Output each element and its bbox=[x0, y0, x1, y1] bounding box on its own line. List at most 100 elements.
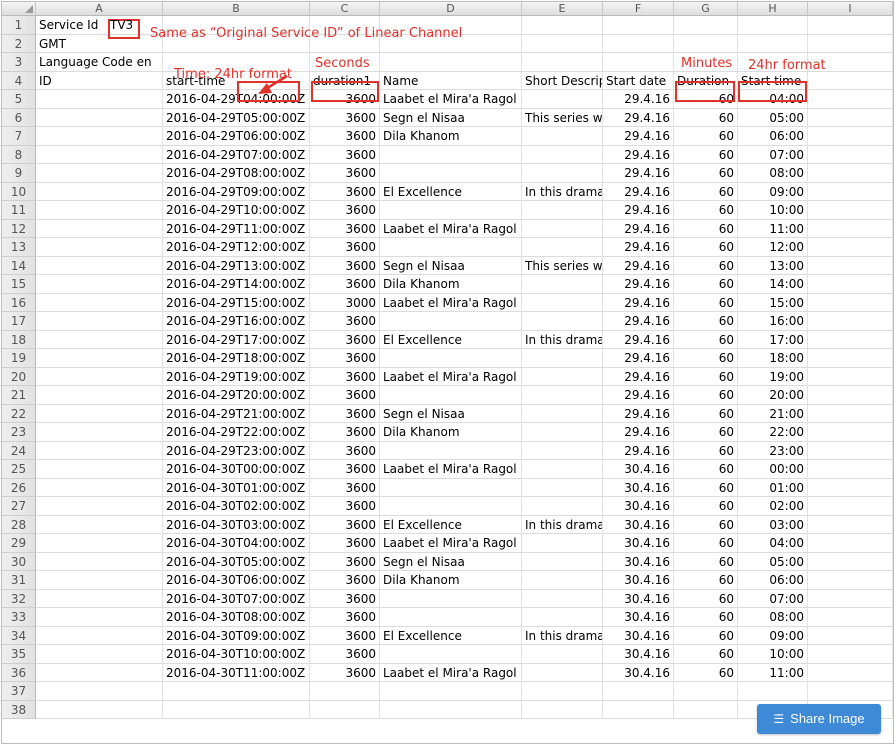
cell-e9[interactable] bbox=[522, 164, 603, 182]
cell-c25[interactable]: 3600 bbox=[310, 460, 380, 478]
cell-e21[interactable] bbox=[522, 386, 603, 404]
cell-i24[interactable] bbox=[808, 441, 893, 460]
cell-h11[interactable]: 10:00 bbox=[738, 201, 808, 219]
cell-c13[interactable]: 3600 bbox=[310, 238, 380, 256]
cell-c15[interactable]: 3600 bbox=[310, 275, 380, 293]
cell-i34[interactable] bbox=[808, 626, 893, 645]
cell-b12[interactable]: 2016-04-29T11:00:00Z bbox=[163, 219, 310, 238]
cell-c12[interactable]: 3600 bbox=[310, 219, 380, 238]
cell-b6[interactable]: 2016-04-29T05:00:00Z bbox=[163, 108, 310, 127]
cell-c26[interactable]: 3600 bbox=[310, 478, 380, 497]
row-header[interactable]: 37 bbox=[2, 682, 36, 701]
cell-i1[interactable] bbox=[808, 16, 893, 34]
cell-h13[interactable]: 12:00 bbox=[738, 238, 808, 256]
cell-a8[interactable] bbox=[36, 145, 163, 164]
cell-b29[interactable]: 2016-04-30T04:00:00Z bbox=[163, 534, 310, 552]
cell-g27[interactable]: 60 bbox=[674, 497, 738, 515]
cell-i15[interactable] bbox=[808, 275, 893, 293]
row-header[interactable]: 34 bbox=[2, 626, 36, 645]
cell-f13[interactable]: 29.4.16 bbox=[603, 238, 674, 256]
cell-g28[interactable]: 60 bbox=[674, 515, 738, 534]
cell-c29[interactable]: 3600 bbox=[310, 534, 380, 552]
cell-a22[interactable] bbox=[36, 404, 163, 423]
cell-g12[interactable]: 60 bbox=[674, 219, 738, 238]
row-header[interactable]: 36 bbox=[2, 663, 36, 682]
cell-h36[interactable]: 11:00 bbox=[738, 663, 808, 682]
cell-a15[interactable] bbox=[36, 275, 163, 293]
cell-e30[interactable] bbox=[522, 552, 603, 571]
cell-d36[interactable]: Laabet el Mira'a Ragol bbox=[380, 663, 522, 682]
row-header[interactable]: 5 bbox=[2, 90, 36, 109]
cell-f33[interactable]: 30.4.16 bbox=[603, 608, 674, 626]
cell-g33[interactable]: 60 bbox=[674, 608, 738, 626]
cell-c17[interactable]: 3600 bbox=[310, 312, 380, 330]
cell-i35[interactable] bbox=[808, 645, 893, 663]
cell-i13[interactable] bbox=[808, 238, 893, 256]
cell-f21[interactable]: 29.4.16 bbox=[603, 386, 674, 404]
cell-h21[interactable]: 20:00 bbox=[738, 386, 808, 404]
cell-f14[interactable]: 29.4.16 bbox=[603, 256, 674, 275]
cell-a20[interactable] bbox=[36, 367, 163, 386]
cell-i5[interactable] bbox=[808, 90, 893, 108]
select-all-corner[interactable] bbox=[2, 2, 36, 16]
cell-a13[interactable] bbox=[36, 238, 163, 256]
cell-c36[interactable]: 3600 bbox=[310, 663, 380, 682]
row-header[interactable]: 9 bbox=[2, 164, 36, 183]
cell-b18[interactable]: 2016-04-29T17:00:00Z bbox=[163, 330, 310, 349]
cell-c18[interactable]: 3600 bbox=[310, 330, 380, 349]
cell-d12[interactable]: Laabet el Mira'a Ragol bbox=[380, 219, 522, 238]
cell-c33[interactable]: 3600 bbox=[310, 608, 380, 626]
cell-i19[interactable] bbox=[808, 349, 893, 367]
cell-d20[interactable]: Laabet el Mira'a Ragol bbox=[380, 367, 522, 386]
cell-b15[interactable]: 2016-04-29T14:00:00Z bbox=[163, 275, 310, 293]
column-header-a[interactable]: A bbox=[36, 2, 163, 16]
cell-e19[interactable] bbox=[522, 349, 603, 367]
cell-g30[interactable]: 60 bbox=[674, 552, 738, 571]
cell-g38[interactable] bbox=[674, 700, 738, 719]
cell-h30[interactable]: 05:00 bbox=[738, 552, 808, 571]
cell-h12[interactable]: 11:00 bbox=[738, 219, 808, 238]
cell-h35[interactable]: 10:00 bbox=[738, 645, 808, 663]
cell-c19[interactable]: 3600 bbox=[310, 349, 380, 367]
row-header[interactable]: 35 bbox=[2, 645, 36, 664]
cell-d31[interactable]: Dila Khanom bbox=[380, 571, 522, 589]
cell-h17[interactable]: 16:00 bbox=[738, 312, 808, 330]
cell-f28[interactable]: 30.4.16 bbox=[603, 515, 674, 534]
cell-g7[interactable]: 60 bbox=[674, 127, 738, 145]
column-header-h[interactable]: H bbox=[738, 2, 808, 16]
cell-g2[interactable] bbox=[674, 34, 738, 53]
cell-i33[interactable] bbox=[808, 608, 893, 626]
cell-g26[interactable]: 60 bbox=[674, 478, 738, 497]
cell-a14[interactable] bbox=[36, 256, 163, 275]
cell-h6[interactable]: 05:00 bbox=[738, 108, 808, 127]
cell-b11[interactable]: 2016-04-29T10:00:00Z bbox=[163, 201, 310, 219]
cell-a24[interactable] bbox=[36, 441, 163, 460]
cell-g34[interactable]: 60 bbox=[674, 626, 738, 645]
cell-b9[interactable]: 2016-04-29T08:00:00Z bbox=[163, 164, 310, 182]
cell-h20[interactable]: 19:00 bbox=[738, 367, 808, 386]
cell-c31[interactable]: 3600 bbox=[310, 571, 380, 589]
cell-b33[interactable]: 2016-04-30T08:00:00Z bbox=[163, 608, 310, 626]
cell-b38[interactable] bbox=[163, 700, 310, 719]
cell-f22[interactable]: 29.4.16 bbox=[603, 404, 674, 423]
cell-g22[interactable]: 60 bbox=[674, 404, 738, 423]
cell-f10[interactable]: 29.4.16 bbox=[603, 182, 674, 201]
cell-a3[interactable]: Language Code en bbox=[36, 53, 163, 71]
cell-e35[interactable] bbox=[522, 645, 603, 663]
cell-b32[interactable]: 2016-04-30T07:00:00Z bbox=[163, 589, 310, 608]
cell-e5[interactable] bbox=[522, 90, 603, 108]
cell-i20[interactable] bbox=[808, 367, 893, 386]
cell-i17[interactable] bbox=[808, 312, 893, 330]
cell-i4[interactable] bbox=[808, 71, 893, 90]
row-header[interactable]: 6 bbox=[2, 108, 36, 127]
cell-d24[interactable] bbox=[380, 441, 522, 460]
row-header[interactable]: 18 bbox=[2, 330, 36, 349]
cell-e17[interactable] bbox=[522, 312, 603, 330]
row-header[interactable]: 24 bbox=[2, 441, 36, 460]
cell-g24[interactable]: 60 bbox=[674, 441, 738, 460]
cell-i7[interactable] bbox=[808, 127, 893, 145]
cell-d37[interactable] bbox=[380, 682, 522, 700]
cell-b35[interactable]: 2016-04-30T10:00:00Z bbox=[163, 645, 310, 663]
cell-c37[interactable] bbox=[310, 682, 380, 700]
cell-d15[interactable]: Dila Khanom bbox=[380, 275, 522, 293]
